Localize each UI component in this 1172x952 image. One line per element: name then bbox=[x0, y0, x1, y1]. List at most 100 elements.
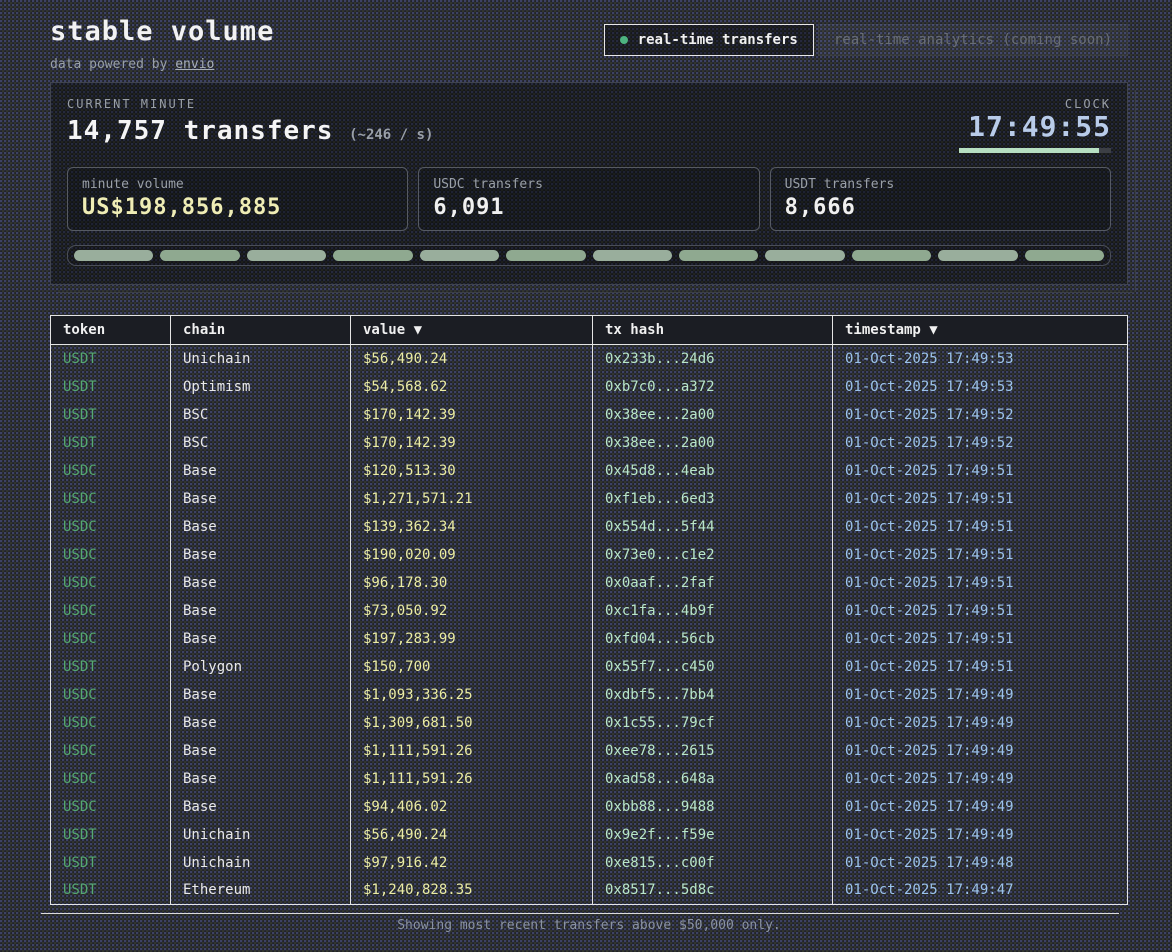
clock-block: CLOCK 17:49:55 bbox=[959, 97, 1111, 153]
cell-tx_hash[interactable]: 0x233b...24d6 bbox=[593, 345, 833, 373]
minute-progress-segment bbox=[247, 250, 326, 261]
tab-real-time-analytics[interactable]: real-time analytics (coming soon) bbox=[818, 24, 1128, 56]
column-header-chain[interactable]: chain bbox=[171, 316, 351, 345]
cell-timestamp: 01-Oct-2025 17:49:51 bbox=[833, 513, 1128, 541]
envio-link[interactable]: envio bbox=[175, 57, 214, 72]
cell-tx_hash[interactable]: 0x0aaf...2faf bbox=[593, 569, 833, 597]
transfer-row: USDTPolygon$150,7000x55f7...c45001-Oct-2… bbox=[51, 653, 1128, 681]
topbar: stable volume data powered by envio real… bbox=[50, 12, 1128, 72]
cell-value: $170,142.39 bbox=[351, 429, 593, 457]
transfer-row: USDCBase$1,309,681.500x1c55...79cf01-Oct… bbox=[51, 709, 1128, 737]
transfer-row: USDTUnichain$97,916.420xe815...c00f01-Oc… bbox=[51, 849, 1128, 877]
cell-value: $120,513.30 bbox=[351, 457, 593, 485]
cell-tx_hash[interactable]: 0x38ee...2a00 bbox=[593, 429, 833, 457]
cell-value: $56,490.24 bbox=[351, 345, 593, 373]
cell-tx_hash[interactable]: 0xf1eb...6ed3 bbox=[593, 485, 833, 513]
stat-label: minute volume bbox=[82, 177, 393, 192]
cell-tx_hash[interactable]: 0x554d...5f44 bbox=[593, 513, 833, 541]
cell-tx_hash[interactable]: 0x45d8...4eab bbox=[593, 457, 833, 485]
cell-timestamp: 01-Oct-2025 17:49:53 bbox=[833, 373, 1128, 401]
cell-value: $1,240,828.35 bbox=[351, 877, 593, 905]
clock-progress-track bbox=[959, 148, 1111, 153]
cell-timestamp: 01-Oct-2025 17:49:52 bbox=[833, 429, 1128, 457]
column-header-timestamp[interactable]: timestamp ▼ bbox=[833, 316, 1128, 345]
cell-value: $150,700 bbox=[351, 653, 593, 681]
cell-token: USDC bbox=[51, 541, 171, 569]
transfer-row: USDCBase$197,283.990xfd04...56cb01-Oct-2… bbox=[51, 625, 1128, 653]
cell-timestamp: 01-Oct-2025 17:49:48 bbox=[833, 849, 1128, 877]
panel-shadow-bottom bbox=[58, 292, 1134, 293]
transfer-row: USDTUnichain$56,490.240x233b...24d601-Oc… bbox=[51, 345, 1128, 373]
transfer-row: USDCBase$1,271,571.210xf1eb...6ed301-Oct… bbox=[51, 485, 1128, 513]
cell-tx_hash[interactable]: 0x1c55...79cf bbox=[593, 709, 833, 737]
transfers-table: tokenchainvalue ▼tx hashtimestamp ▼ USDT… bbox=[50, 315, 1128, 905]
cell-timestamp: 01-Oct-2025 17:49:51 bbox=[833, 597, 1128, 625]
transfer-row: USDCBase$139,362.340x554d...5f4401-Oct-2… bbox=[51, 513, 1128, 541]
transfer-row: USDCBase$73,050.920xc1fa...4b9f01-Oct-20… bbox=[51, 597, 1128, 625]
cell-tx_hash[interactable]: 0xbb88...9488 bbox=[593, 793, 833, 821]
cell-chain: BSC bbox=[171, 429, 351, 457]
cell-tx_hash[interactable]: 0x8517...5d8c bbox=[593, 877, 833, 905]
cell-token: USDC bbox=[51, 625, 171, 653]
cell-token: USDT bbox=[51, 401, 171, 429]
current-minute-panel: CURRENT MINUTE 14,757 transfers (~246 / … bbox=[50, 82, 1128, 285]
cell-value: $139,362.34 bbox=[351, 513, 593, 541]
cell-value: $94,406.02 bbox=[351, 793, 593, 821]
stat-label: USDT transfers bbox=[785, 177, 1096, 192]
cell-value: $190,020.09 bbox=[351, 541, 593, 569]
tab-label: real-time transfers bbox=[638, 32, 798, 48]
transfer-row: USDTBSC$170,142.390x38ee...2a0001-Oct-20… bbox=[51, 429, 1128, 457]
cell-tx_hash[interactable]: 0x9e2f...f59e bbox=[593, 821, 833, 849]
cell-tx_hash[interactable]: 0xe815...c00f bbox=[593, 849, 833, 877]
transfer-row: USDCBase$190,020.090x73e0...c1e201-Oct-2… bbox=[51, 541, 1128, 569]
panel-shadow-right bbox=[1135, 90, 1136, 292]
cell-value: $197,283.99 bbox=[351, 625, 593, 653]
cell-token: USDC bbox=[51, 793, 171, 821]
cell-token: USDT bbox=[51, 373, 171, 401]
cell-tx_hash[interactable]: 0xfd04...56cb bbox=[593, 625, 833, 653]
cell-value: $1,111,591.26 bbox=[351, 765, 593, 793]
column-header-tx_hash: tx hash bbox=[593, 316, 833, 345]
cell-token: USDT bbox=[51, 877, 171, 905]
cell-value: $73,050.92 bbox=[351, 597, 593, 625]
minute-progress-segment bbox=[420, 250, 499, 261]
cell-chain: Polygon bbox=[171, 653, 351, 681]
transfer-row: USDCBase$1,111,591.260xee78...261501-Oct… bbox=[51, 737, 1128, 765]
minute-progress-segment bbox=[593, 250, 672, 261]
cell-timestamp: 01-Oct-2025 17:49:47 bbox=[833, 877, 1128, 905]
cell-tx_hash[interactable]: 0xad58...648a bbox=[593, 765, 833, 793]
minute-progress-bar bbox=[67, 245, 1111, 266]
cell-chain: Base bbox=[171, 765, 351, 793]
cell-chain: Unichain bbox=[171, 849, 351, 877]
cell-timestamp: 01-Oct-2025 17:49:52 bbox=[833, 401, 1128, 429]
cell-timestamp: 01-Oct-2025 17:49:51 bbox=[833, 653, 1128, 681]
page-title: stable volume bbox=[50, 16, 274, 47]
cell-timestamp: 01-Oct-2025 17:49:49 bbox=[833, 737, 1128, 765]
cell-tx_hash[interactable]: 0x55f7...c450 bbox=[593, 653, 833, 681]
cell-chain: Ethereum bbox=[171, 877, 351, 905]
cell-tx_hash[interactable]: 0xb7c0...a372 bbox=[593, 373, 833, 401]
cell-chain: Base bbox=[171, 485, 351, 513]
transfers-table-body: USDTUnichain$56,490.240x233b...24d601-Oc… bbox=[51, 345, 1128, 905]
column-header-value[interactable]: value ▼ bbox=[351, 316, 593, 345]
cell-token: USDC bbox=[51, 485, 171, 513]
cell-tx_hash[interactable]: 0xee78...2615 bbox=[593, 737, 833, 765]
cell-timestamp: 01-Oct-2025 17:49:49 bbox=[833, 681, 1128, 709]
cell-value: $1,093,336.25 bbox=[351, 681, 593, 709]
transfer-row: USDTOptimism$54,568.620xb7c0...a37201-Oc… bbox=[51, 373, 1128, 401]
cell-token: USDC bbox=[51, 737, 171, 765]
cell-value: $97,916.42 bbox=[351, 849, 593, 877]
transfer-count-line: 14,757 transfers (~246 / s) bbox=[67, 116, 433, 146]
cell-token: USDC bbox=[51, 709, 171, 737]
cell-value: $1,309,681.50 bbox=[351, 709, 593, 737]
cell-timestamp: 01-Oct-2025 17:49:53 bbox=[833, 345, 1128, 373]
cell-token: USDT bbox=[51, 429, 171, 457]
minute-progress-segment bbox=[765, 250, 844, 261]
cell-tx_hash[interactable]: 0xc1fa...4b9f bbox=[593, 597, 833, 625]
cell-tx_hash[interactable]: 0x73e0...c1e2 bbox=[593, 541, 833, 569]
cell-tx_hash[interactable]: 0x38ee...2a00 bbox=[593, 401, 833, 429]
subtitle: data powered by envio bbox=[50, 57, 274, 72]
cell-tx_hash[interactable]: 0xdbf5...7bb4 bbox=[593, 681, 833, 709]
transfer-row: USDCBase$120,513.300x45d8...4eab01-Oct-2… bbox=[51, 457, 1128, 485]
tab-real-time-transfers[interactable]: real-time transfers bbox=[604, 24, 814, 56]
